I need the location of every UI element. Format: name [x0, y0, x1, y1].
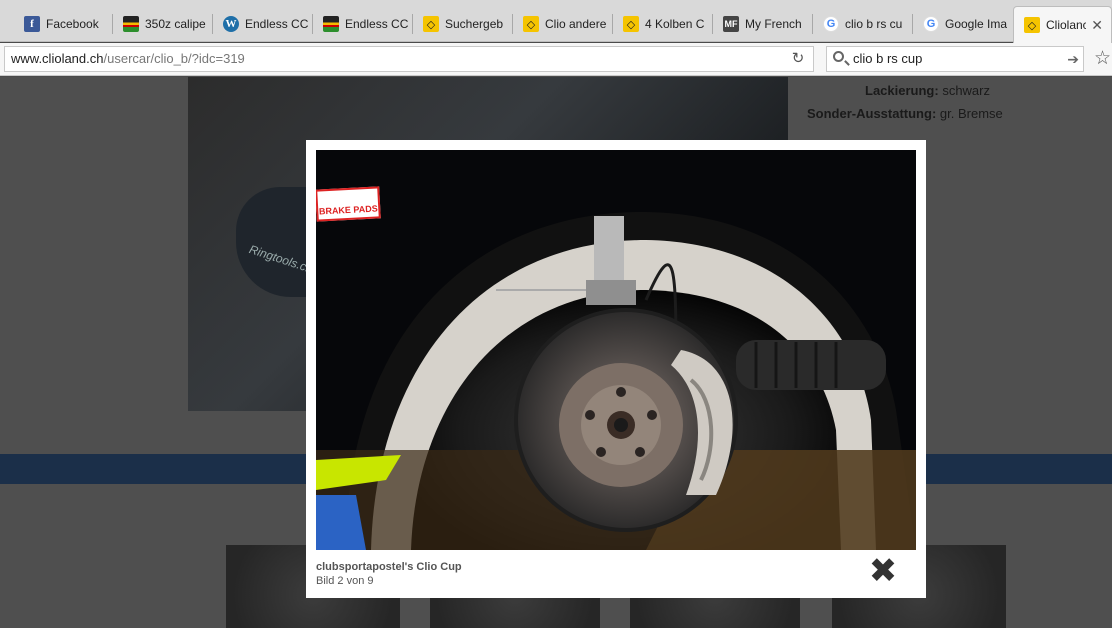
- renault-icon: ◇: [523, 16, 539, 32]
- tab-label: clio b rs cu: [845, 17, 903, 31]
- lightbox-counter: Bild 2 von 9: [316, 575, 374, 587]
- tab-endless-cc-2[interactable]: Endless CC: [313, 8, 409, 40]
- navigation-toolbar: www.clioland.ch/usercar/clio_b/?idc=319 …: [0, 43, 1112, 76]
- tab-label: Facebook: [46, 17, 99, 31]
- spec-extras-value: gr. Bremse: [939, 106, 1003, 121]
- wordpress-icon: W: [223, 16, 239, 32]
- tab-clioland-active[interactable]: ◇ Cliolanc ✕: [1013, 6, 1112, 43]
- google-icon: G: [823, 16, 839, 32]
- spec-paint-label: Lackierung:: [865, 83, 939, 98]
- tab-label: 350z calipe: [145, 17, 206, 31]
- tab-suchergebnisse[interactable]: ◇ Suchergeb: [413, 8, 509, 40]
- tab-clio-andere[interactable]: ◇ Clio andere: [513, 8, 609, 40]
- bookmark-star-icon[interactable]: ☆: [1094, 47, 1111, 70]
- tab-label: Cliolanc: [1046, 18, 1086, 32]
- renault-icon: ◇: [1024, 17, 1040, 33]
- tab-facebook[interactable]: f Facebook: [14, 8, 110, 40]
- tab-label: Suchergeb: [445, 17, 504, 31]
- renault-icon: ◇: [423, 16, 439, 32]
- lightbox-photo: BRAKE PADS: [316, 150, 916, 550]
- site-icon: MF: [723, 16, 739, 32]
- url-path: /usercar/clio_b/?idc=319: [103, 51, 245, 66]
- spec-extras-label: Sonder-Ausstattung:: [807, 106, 937, 121]
- close-icon[interactable]: ✖: [867, 554, 899, 588]
- reload-icon[interactable]: ↻: [787, 49, 809, 69]
- renault-icon: ◇: [623, 16, 639, 32]
- tab-label: 4 Kolben C: [645, 17, 705, 31]
- brake-pads-sticker: BRAKE PADS: [316, 186, 381, 222]
- tab-label: My French: [745, 17, 802, 31]
- tab-clio-search[interactable]: G clio b rs cu: [813, 8, 909, 40]
- tab-4-kolben[interactable]: ◇ 4 Kolben C: [613, 8, 709, 40]
- spec-paint-value: schwarz: [942, 83, 990, 98]
- tab-close-icon[interactable]: ✕: [1091, 17, 1103, 34]
- tab-label: Endless CC: [345, 17, 409, 31]
- tab-label: Clio andere: [545, 17, 607, 31]
- tab-350z-calipers[interactable]: 350z calipe: [113, 8, 209, 40]
- brake-disc-photo: [316, 150, 916, 550]
- car-parts-icon: [323, 16, 339, 32]
- spec-extras: Sonder-Ausstattung: gr. Bremse: [807, 106, 1003, 121]
- url-domain: www.clioland.ch: [11, 51, 104, 66]
- search-icon: [833, 51, 844, 62]
- car-parts-icon: [123, 16, 139, 32]
- search-box[interactable]: clio b rs cup ➔: [826, 46, 1084, 72]
- tab-google-images[interactable]: G Google Ima: [913, 8, 1011, 40]
- google-icon: G: [923, 16, 939, 32]
- lightbox-title: clubsportapostel's Clio Cup: [316, 561, 462, 573]
- tab-label: Endless CC: [245, 17, 309, 31]
- browser-tab-strip: f Facebook 350z calipe W Endless CC Endl…: [0, 0, 1112, 43]
- tab-my-french[interactable]: MF My French: [713, 8, 809, 40]
- search-input[interactable]: clio b rs cup: [853, 51, 922, 66]
- search-go-icon[interactable]: ➔: [1067, 47, 1079, 71]
- facebook-icon: f: [24, 16, 40, 32]
- tab-label: Google Ima: [945, 17, 1008, 31]
- image-lightbox: BRAKE PADS clubsportapostel's Clio Cup B…: [306, 140, 926, 598]
- tab-endless-cc-1[interactable]: W Endless CC: [213, 8, 309, 40]
- address-bar[interactable]: www.clioland.ch/usercar/clio_b/?idc=319: [4, 46, 814, 72]
- spec-paint: Lackierung: schwarz: [865, 83, 990, 98]
